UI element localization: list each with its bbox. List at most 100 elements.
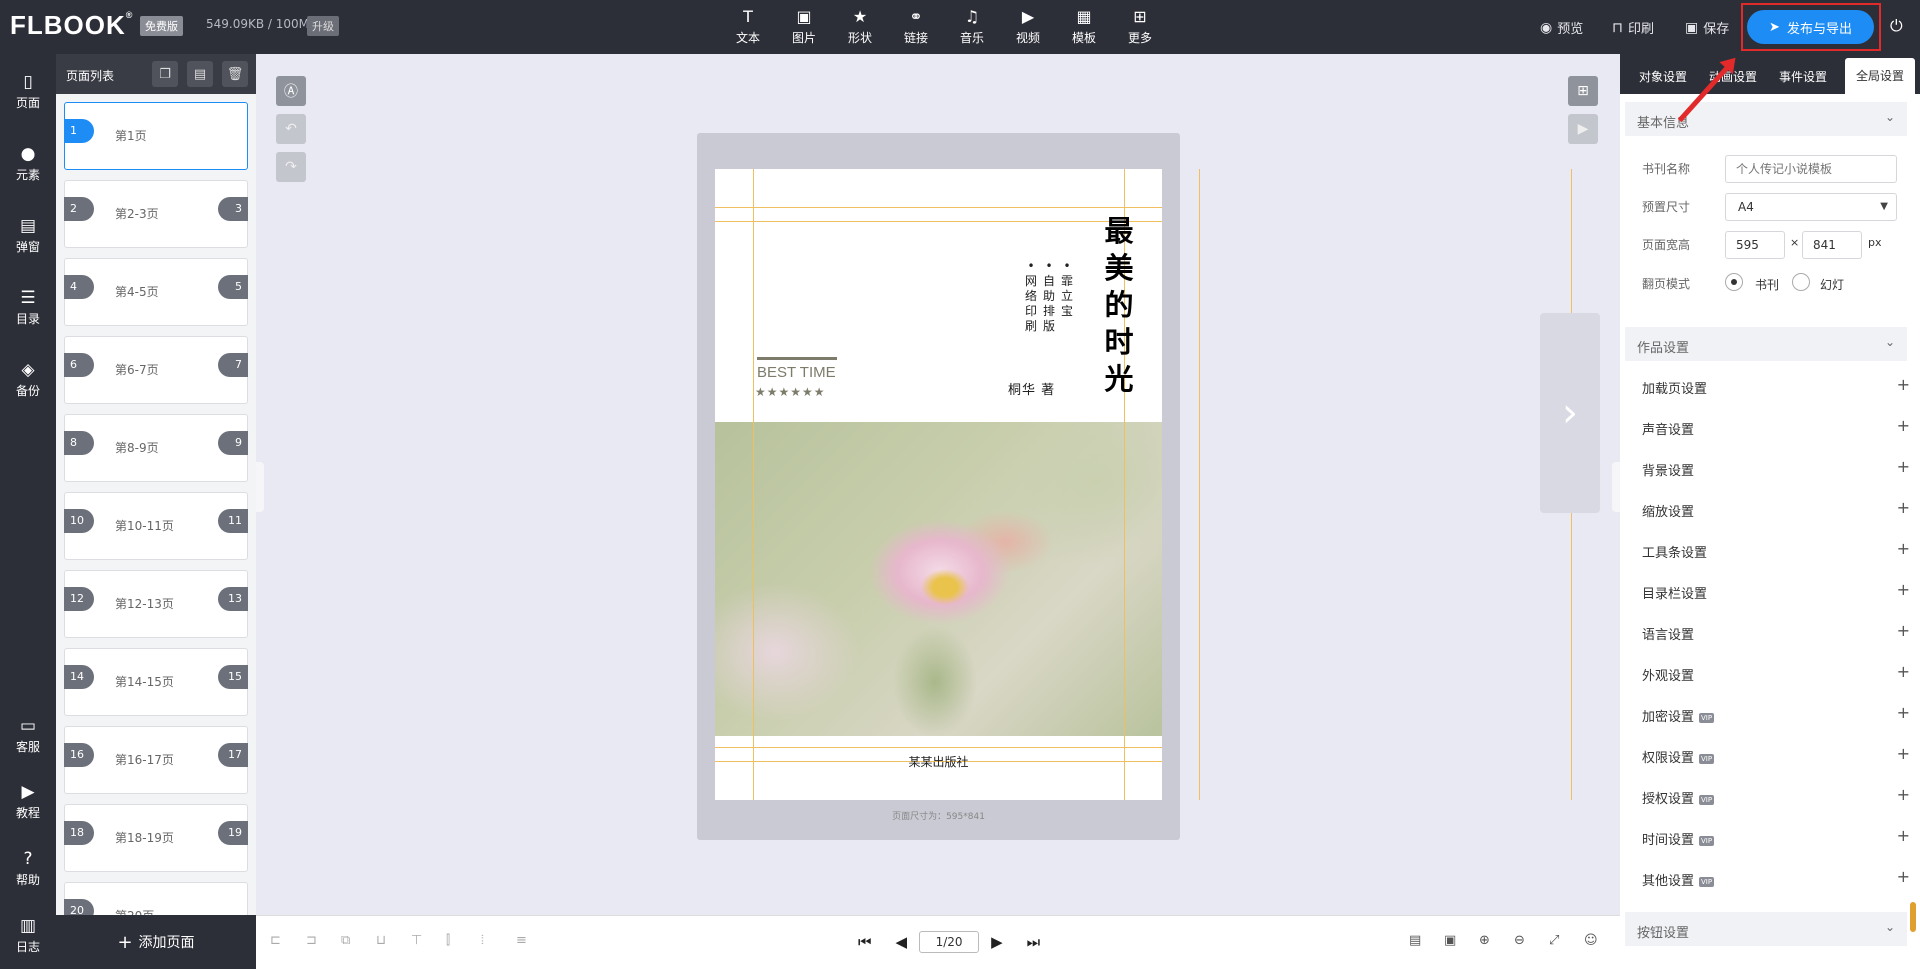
page-item-12-13[interactable]: 12 第12-13页 13 [64, 570, 248, 638]
layer-down-icon[interactable]: ⊔ [376, 933, 386, 948]
align-bottom-icon[interactable]: ≡ [516, 933, 527, 948]
zoom-in-icon[interactable]: ⊕ [1479, 933, 1490, 948]
setting-sound[interactable]: 声音设置 + [1642, 416, 1910, 438]
undo-button[interactable]: ↶ [276, 114, 306, 144]
tool-shape[interactable]: ★ 形状 [832, 0, 888, 54]
publisher-name[interactable]: 某某出版社 [715, 753, 1162, 770]
setting-background[interactable]: 背景设置 + [1642, 457, 1910, 479]
print-button[interactable]: ⊓ 印刷 [1612, 18, 1654, 38]
setting-other[interactable]: 其他设置 VIP + [1642, 867, 1910, 889]
next-page-icon[interactable]: ▶ [991, 933, 1003, 951]
page-width-input[interactable] [1725, 231, 1785, 259]
page-item-16-17[interactable]: 16 第16-17页 17 [64, 726, 248, 794]
setting-encryption[interactable]: 加密设置 VIP + [1642, 703, 1910, 725]
tool-image[interactable]: ▣ 图片 [776, 0, 832, 54]
page-item-14-15[interactable]: 14 第14-15页 15 [64, 648, 248, 716]
best-time-text[interactable]: BEST TIME [757, 364, 836, 381]
tagline-column-1[interactable]: • 霏立宝 [1060, 259, 1074, 319]
setting-authorization[interactable]: 授权设置 VIP + [1642, 785, 1910, 807]
nav-elements[interactable]: ● 元素 [0, 144, 56, 183]
delete-page-button[interactable]: 🗑 [222, 61, 248, 87]
cover-page[interactable]: 最美的时光 • 霏立宝 • 自助排版 • 网络印刷 桐华 著 BEST TIME ★★… [715, 169, 1162, 800]
preset-size-select[interactable]: A4 ▼ [1725, 193, 1897, 221]
collapse-left-handle[interactable] [256, 462, 264, 512]
setting-toolbar[interactable]: 工具条设置 + [1642, 539, 1910, 561]
setting-language[interactable]: 语言设置 + [1642, 621, 1910, 643]
page-item-6-7[interactable]: 6 第6-7页 7 [64, 336, 248, 404]
tool-more[interactable]: ⊞ 更多 [1112, 0, 1168, 54]
tagline-column-2[interactable]: • 自助排版 [1042, 259, 1056, 334]
align-middle-icon[interactable]: ⫿ [446, 933, 450, 948]
align-right-icon[interactable]: ⊐ [306, 933, 317, 948]
redo-button[interactable]: ↷ [276, 152, 306, 182]
book-title[interactable]: 最美的时光 [1099, 213, 1139, 398]
zoom-out-icon[interactable]: ⊖ [1514, 933, 1525, 948]
section-basic-info[interactable]: 基本信息 ⌄ [1625, 102, 1907, 136]
power-icon[interactable]: ⏻ [1890, 16, 1903, 36]
nav-backup[interactable]: ◈ 备份 [0, 360, 56, 399]
first-page-icon[interactable]: ⏮ [858, 933, 872, 951]
layer-up-icon[interactable]: ⧉ [341, 933, 350, 948]
align-left-icon[interactable]: ⊏ [270, 933, 281, 948]
page-item-1[interactable]: 1 第1页 [64, 102, 248, 170]
align-center-icon[interactable]: ⦙ [481, 933, 484, 948]
nav-popups[interactable]: ▤ 弹窗 [0, 216, 56, 255]
tab-object-settings[interactable]: 对象设置 [1628, 54, 1698, 94]
publish-export-button[interactable]: ➤ 发布与导出 [1747, 10, 1874, 44]
tool-template[interactable]: ▦ 模板 [1056, 0, 1112, 54]
page-item-10-11[interactable]: 10 第10-11页 11 [64, 492, 248, 560]
setting-time[interactable]: 时间设置 VIP + [1642, 826, 1910, 848]
setting-loading-page[interactable]: 加载页设置 + [1642, 375, 1910, 397]
fit-screen-icon[interactable]: ⤢ [1549, 933, 1559, 948]
tool-text[interactable]: T 文本 [720, 0, 776, 54]
tool-video[interactable]: ▶ 视频 [1000, 0, 1056, 54]
setting-toc-bar[interactable]: 目录栏设置 + [1642, 580, 1910, 602]
tagline-column-3[interactable]: • 网络印刷 [1024, 259, 1038, 334]
nav-support[interactable]: ▭ 客服 [0, 716, 56, 755]
add-page-button[interactable]: + 添加页面 [56, 915, 256, 969]
nav-tutorial[interactable]: ▶ 教程 [0, 782, 56, 821]
upgrade-button[interactable]: 升级 [307, 16, 339, 36]
page-item-2-3[interactable]: 2 第2-3页 3 [64, 180, 248, 248]
settings-scrollbar[interactable] [1910, 902, 1916, 932]
emoji-icon[interactable]: ☺ [1584, 933, 1598, 948]
nav-pages[interactable]: ▯ 页面 [0, 72, 56, 111]
setting-appearance[interactable]: 外观设置 + [1642, 662, 1910, 684]
save-button[interactable]: ▣ 保存 [1685, 18, 1729, 38]
page-settings-button[interactable]: ⊞ [1568, 76, 1598, 106]
book-author[interactable]: 桐华 著 [1008, 379, 1055, 398]
page-item-18-19[interactable]: 18 第18-19页 19 [64, 804, 248, 872]
star-rating[interactable]: ★★★★★★ [755, 385, 826, 399]
tool-link[interactable]: ⚭ 链接 [888, 0, 944, 54]
auto-layout-button[interactable]: Ⓐ [276, 76, 306, 106]
last-page-icon[interactable]: ⏭ [1027, 933, 1041, 951]
setting-permission[interactable]: 权限设置 VIP + [1642, 744, 1910, 766]
flip-slide-radio[interactable] [1792, 273, 1810, 291]
page-item-4-5[interactable]: 4 第4-5页 5 [64, 258, 248, 326]
flip-book-radio[interactable] [1725, 273, 1743, 291]
nav-log[interactable]: ▥ 日志 [0, 916, 56, 955]
next-page-button[interactable]: › [1540, 313, 1600, 513]
flower-photo[interactable] [715, 422, 1162, 736]
tool-music[interactable]: ♫ 音乐 [944, 0, 1000, 54]
page-number-input[interactable] [919, 931, 980, 953]
nav-help[interactable]: ? 帮助 [0, 849, 56, 888]
tab-global-settings[interactable]: 全局设置 [1845, 58, 1915, 94]
setting-zoom[interactable]: 缩放设置 + [1642, 498, 1910, 520]
section-work-settings[interactable]: 作品设置 ⌄ [1625, 327, 1907, 361]
copy-page-button[interactable]: ❐ [152, 61, 178, 87]
preview-button[interactable]: ◉ 预览 [1540, 18, 1583, 38]
page-height-input[interactable] [1802, 231, 1862, 259]
section-button-settings[interactable]: 按钮设置 ⌄ [1625, 912, 1907, 946]
double-page-view-icon[interactable]: ▣ [1444, 933, 1456, 948]
page-item-8-9[interactable]: 8 第8-9页 9 [64, 414, 248, 482]
book-name-input[interactable] [1725, 155, 1897, 183]
duplicate-page-button[interactable]: ▤ [187, 61, 213, 87]
tab-event-settings[interactable]: 事件设置 [1768, 54, 1838, 94]
collapse-right-handle[interactable] [1612, 462, 1620, 512]
page-item-20[interactable]: 20第20页 [64, 882, 248, 915]
nav-toc[interactable]: ☰ 目录 [0, 288, 56, 327]
play-preview-button[interactable]: ▶ [1568, 114, 1598, 144]
single-page-view-icon[interactable]: ▤ [1409, 933, 1421, 948]
align-top-icon[interactable]: ⊤ [411, 933, 422, 948]
